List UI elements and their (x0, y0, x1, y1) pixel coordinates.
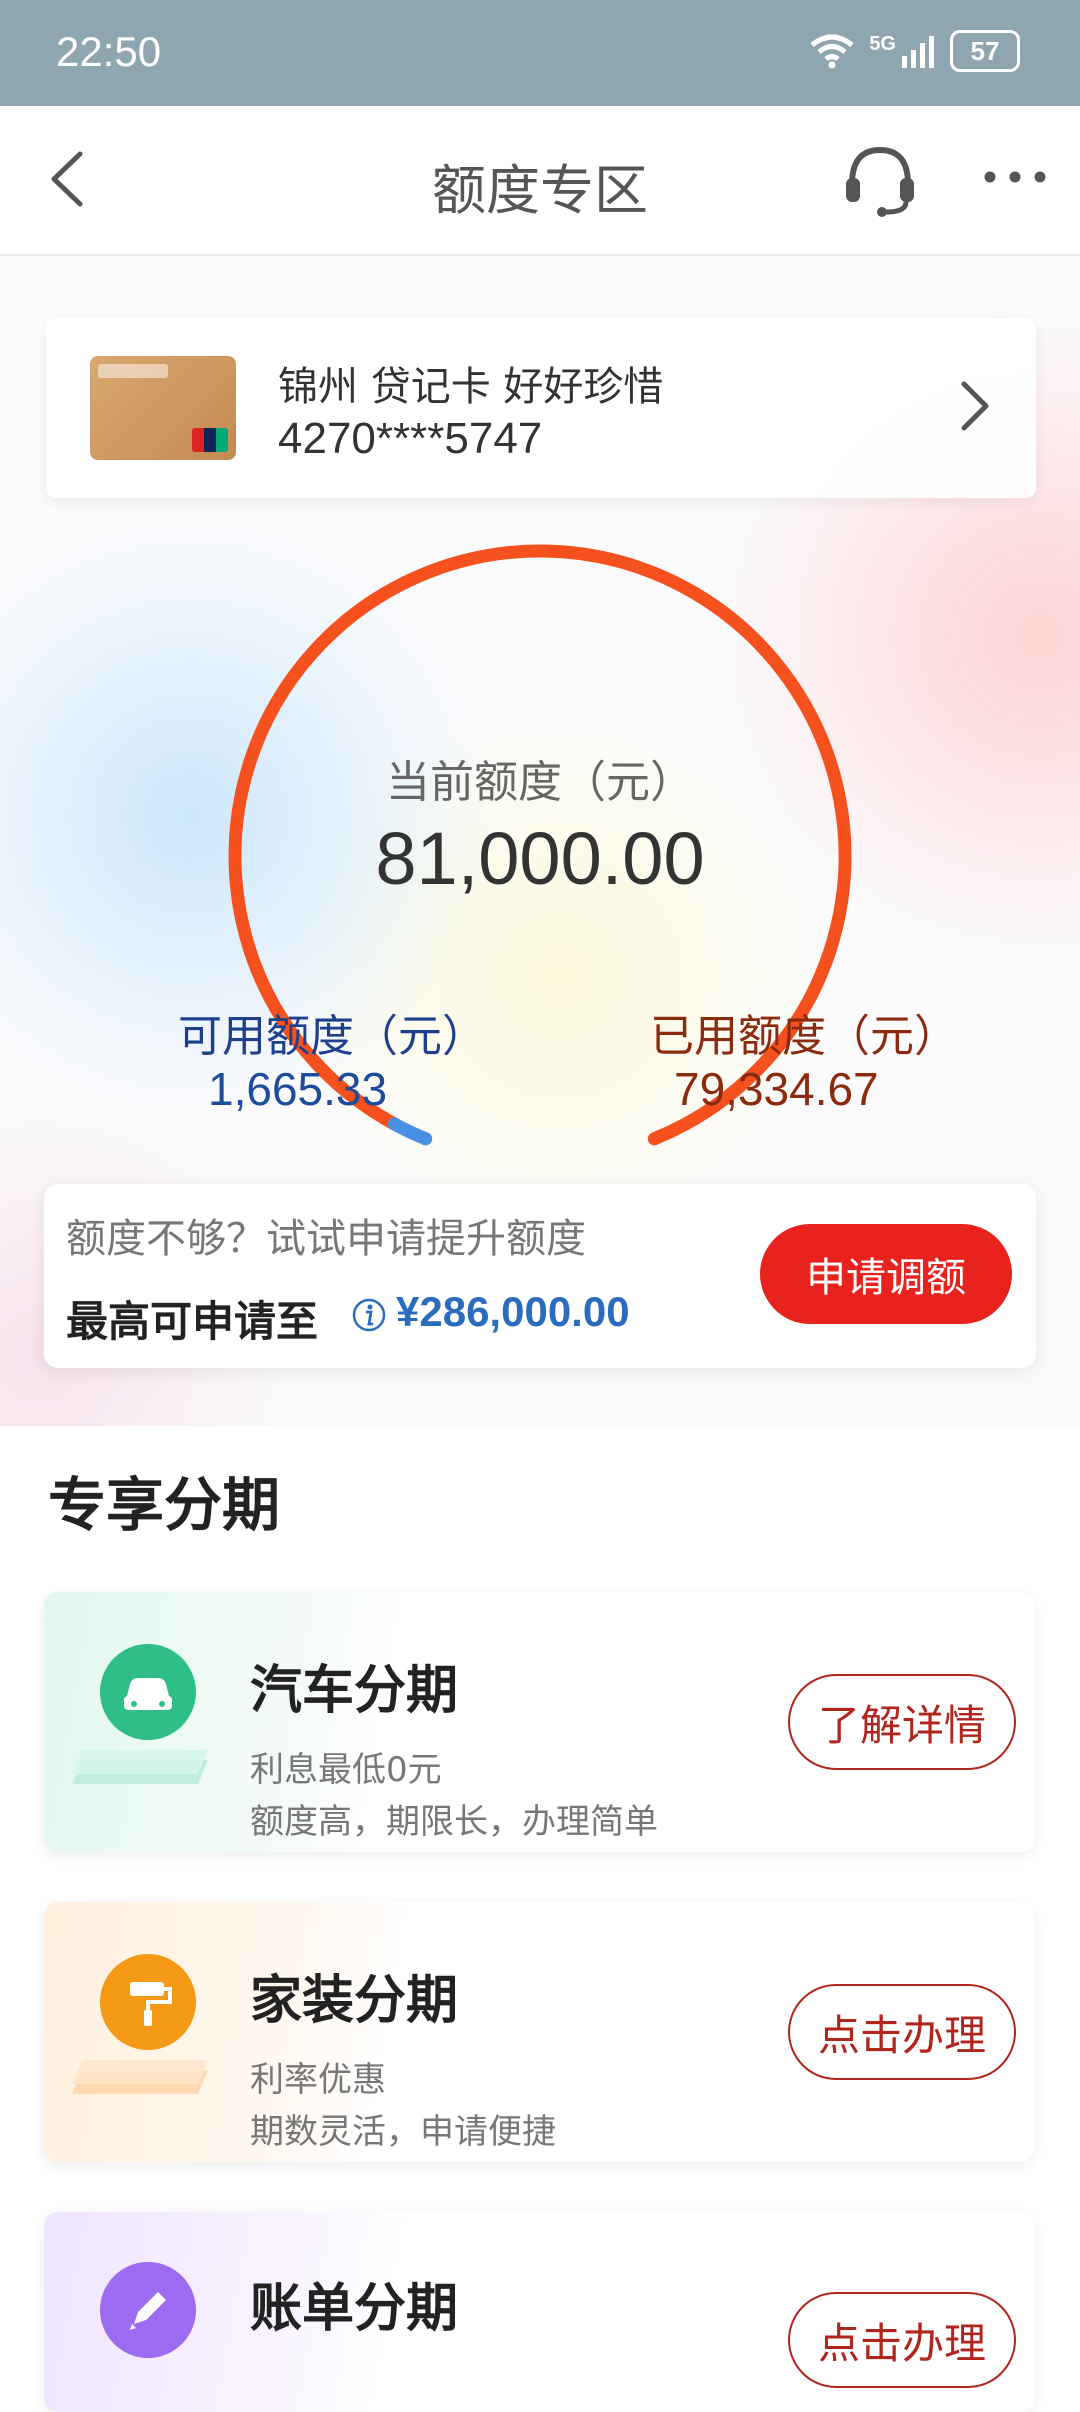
pen-icon (100, 2262, 196, 2358)
car-icon (100, 1644, 196, 1740)
status-time: 22:50 (56, 28, 162, 75)
more-icon[interactable] (980, 162, 1050, 192)
network-type: 5G (869, 32, 896, 55)
info-icon[interactable] (352, 1298, 386, 1332)
paint-roller-icon (100, 1954, 196, 2050)
credit-card-selector[interactable]: 锦州 贷记卡 好好珍惜 4270****5747 (46, 318, 1036, 498)
platform-decoration (72, 1750, 208, 1784)
used-limit-value: 79,334.67 (674, 1063, 879, 1115)
card-name: 锦州 贷记卡 好好珍惜 (278, 364, 664, 410)
limit-raise-card: 额度不够？试试申请提升额度 最高可申请至 ¥286,000.00 申请调额 (44, 1184, 1036, 1368)
limit-raise-hint: 额度不够？试试申请提升额度 (66, 1216, 586, 1262)
apply-limit-raise-button[interactable]: 申请调额 (760, 1224, 1012, 1324)
promo-subtitle: 利息最低0元 (250, 1750, 442, 1790)
promo-subtitle: 利率优惠 (250, 2060, 386, 2100)
apply-now-button[interactable]: 点击办理 (788, 1984, 1016, 2080)
signal-icon (902, 36, 934, 68)
platform-decoration (72, 2060, 208, 2094)
promo-title: 家装分期 (250, 1971, 459, 2031)
wifi-icon (810, 34, 854, 69)
nav-bar: 额度专区 (0, 106, 1080, 256)
current-limit-label: 当前额度（元） (386, 757, 694, 808)
section-title: 专享分期 (48, 1471, 281, 1539)
card-image (90, 356, 236, 460)
car-installment-card[interactable]: 汽车分期 利息最低0元 额度高，期限长，办理简单 了解详情 (44, 1592, 1034, 1852)
available-limit-label: 可用额度（元） (178, 1011, 486, 1062)
customer-service-icon[interactable] (840, 140, 920, 220)
available-limit-value: 1,665.33 (208, 1063, 388, 1115)
credit-limit-hero: 锦州 贷记卡 好好珍惜 4270****5747 当前额度（元） 81,000.… (0, 256, 1080, 1426)
max-limit-label: 最高可申请至 (66, 1297, 319, 1346)
current-limit-value: 81,000.00 (375, 817, 705, 900)
apply-now-button[interactable]: 点击办理 (788, 2292, 1016, 2388)
chevron-right-icon (961, 381, 989, 431)
learn-more-button[interactable]: 了解详情 (788, 1674, 1016, 1770)
status-bar: 22:50 5G 57 (0, 0, 1080, 106)
bank-logo (98, 364, 168, 378)
battery-icon: 57 (950, 30, 1020, 72)
available-limit-arc (387, 1117, 433, 1146)
used-limit-label: 已用额度（元） (650, 1011, 958, 1062)
status-icons: 5G 57 (809, 30, 1020, 72)
bill-installment-card[interactable]: 账单分期 点击办理 (44, 2212, 1034, 2412)
home-decoration-installment-card[interactable]: 家装分期 利率优惠 期数灵活，申请便捷 点击办理 (44, 1902, 1034, 2162)
promo-title: 汽车分期 (250, 1661, 459, 1721)
promo-description: 期数灵活，申请便捷 (250, 2112, 556, 2152)
card-number: 4270****5747 (278, 414, 543, 463)
unionpay-logo (192, 428, 228, 452)
promo-title: 账单分期 (250, 2279, 459, 2339)
promo-description: 额度高，期限长，办理简单 (250, 1802, 658, 1842)
max-limit-value: ¥286,000.00 (396, 1288, 630, 1335)
